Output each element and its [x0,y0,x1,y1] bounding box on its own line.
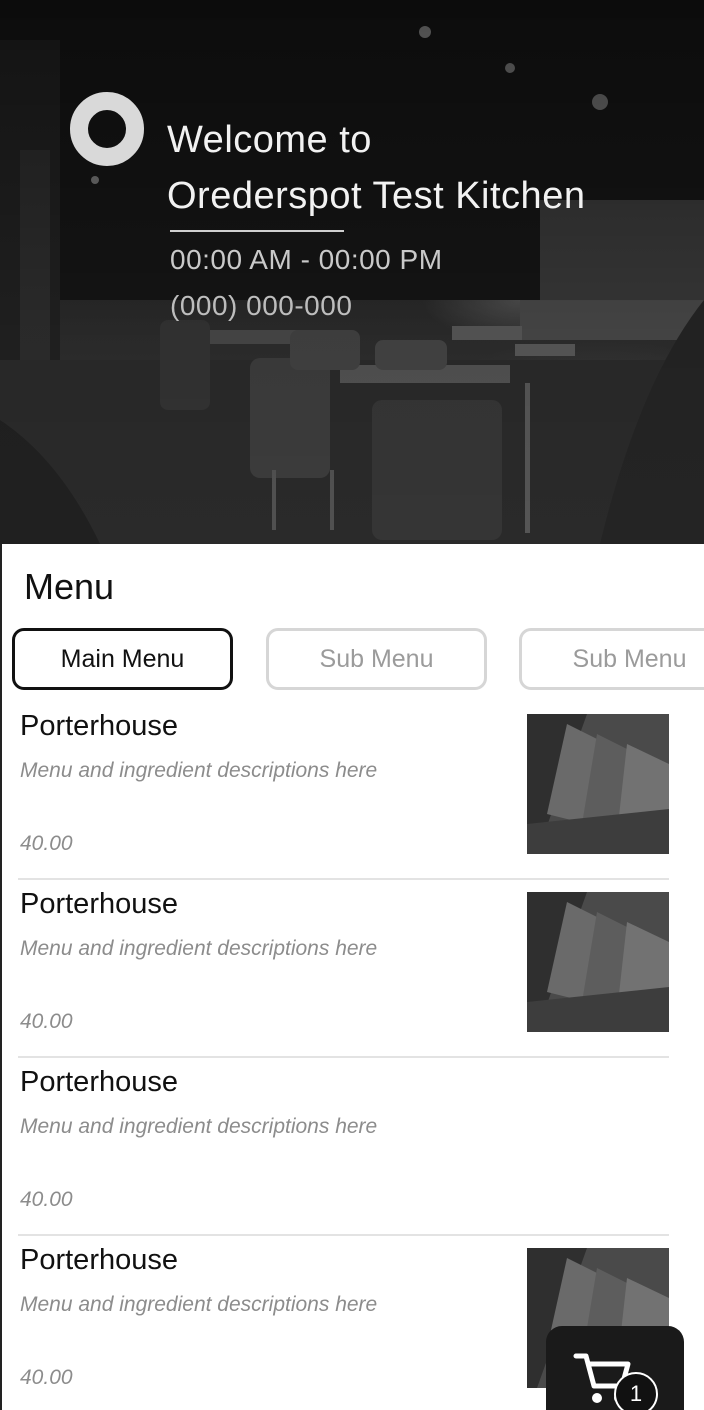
tab-label: Sub Menu [319,644,434,673]
menu-item-name: Porterhouse [20,888,178,920]
welcome-line-1: Welcome to [167,119,372,161]
menu-item-price: 40.00 [20,832,73,855]
restaurant-logo-icon [70,92,144,166]
tab-sub-menu-2[interactable]: Sub Menu [519,628,704,690]
menu-item-list: Porterhouse Menu and ingredient descript… [0,702,704,1410]
tab-label: Main Menu [60,644,185,673]
menu-item-name: Porterhouse [20,1244,178,1276]
menu-title: Menu [24,566,115,607]
opening-hours: 00:00 AM - 00:00 PM [170,244,443,275]
menu-item-image[interactable] [527,892,669,1032]
menu-item-description: Menu and ingredient descriptions here [20,759,378,782]
menu-item[interactable]: Porterhouse Menu and ingredient descript… [18,1058,669,1236]
restaurant-name: Orederspot Test Kitchen [167,175,586,217]
hero-banner: Welcome to Orederspot Test Kitchen 00:00… [0,0,704,544]
tab-sub-menu-1[interactable]: Sub Menu [266,628,487,690]
welcome-heading: Welcome to Orederspot Test Kitchen [167,112,585,224]
hero-divider [170,230,344,232]
menu-item-name: Porterhouse [20,710,178,742]
menu-item[interactable]: Porterhouse Menu and ingredient descript… [18,702,669,880]
menu-item-description: Menu and ingredient descriptions here [20,1115,378,1138]
menu-item-price: 40.00 [20,1366,73,1389]
phone-number[interactable]: (000) 000-000 [170,290,352,322]
menu-item-description: Menu and ingredient descriptions here [20,1293,378,1316]
tab-main-menu[interactable]: Main Menu [12,628,233,690]
menu-item-price: 40.00 [20,1188,73,1211]
menu-item-name: Porterhouse [20,1066,178,1098]
menu-item-image[interactable] [527,714,669,854]
tab-label: Sub Menu [572,644,687,673]
menu-item[interactable]: Porterhouse Menu and ingredient descript… [18,880,669,1058]
menu-tabs: Main Menu Sub Menu Sub Menu [12,628,704,690]
menu-item-price: 40.00 [20,1010,73,1033]
cart-count-badge: 1 [614,1372,658,1410]
menu-item-description: Menu and ingredient descriptions here [20,937,378,960]
